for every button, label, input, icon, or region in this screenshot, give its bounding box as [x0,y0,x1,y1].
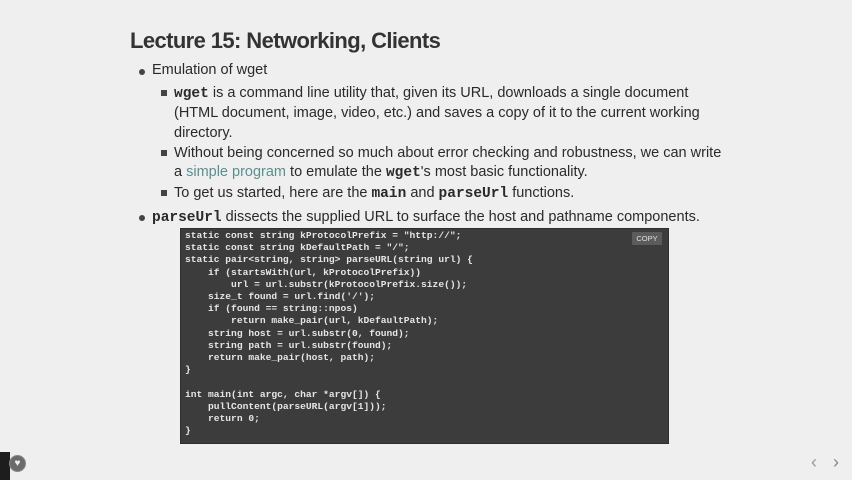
bullet-parseurl: parseUrl dissects the supplied URL to su… [152,208,700,228]
start-text-c: functions. [508,185,575,201]
code-line: if (found == string::npos) [208,303,358,315]
code-line: return make_pair(url, kDefaultPath); [231,315,439,327]
code-line: } [185,364,191,376]
bullet-emulation: Emulation of wget [152,62,268,78]
code-line: url = url.substr(kProtocolPrefix.size())… [231,278,468,290]
bullet-dot [139,215,145,221]
code-parseurl: parseUrl [438,186,509,202]
concern-text-a: a [174,164,187,180]
code-listing: static const string kProtocolPrefix = "h… [185,230,473,437]
code-wget: wget [385,165,421,181]
code-line: } [185,425,191,437]
simple-program-link[interactable]: simple program [186,164,286,180]
bullet-wget-desc: wget is a command line utility that, giv… [174,84,688,104]
code-line: string host = url.substr(0, found); [208,327,410,339]
code-main: main [371,186,407,202]
code-wget: wget [174,86,209,102]
code-line: int main(int argc, char *argv[]) { [185,388,381,400]
code-line: if (startsWith(url, kProtocolPrefix)) [208,266,422,278]
chevron-left-icon[interactable]: ‹ [811,452,817,473]
bullet-square [161,90,167,96]
code-line: static const string kDefaultPath = "/"; [185,242,410,254]
code-line: static const string kProtocolPrefix = "h… [185,230,462,241]
code-line: string path = url.substr(found); [208,339,393,351]
code-parseurl: parseUrl [152,210,222,226]
code-line: size_t found = url.find('/'); [208,291,375,303]
wget-desc-line-2: (HTML document, image, video, etc.) and … [174,105,700,121]
parseurl-desc: dissects the supplied URL to surface the… [221,209,700,225]
heart-icon[interactable]: ♥ [9,455,26,472]
concern-text-c: 's most basic functionality. [420,164,588,180]
start-line: To get us started, here are the main and… [174,184,574,204]
concern-line-1: Without being concerned so much about er… [174,145,722,161]
bullet-square [161,190,167,196]
code-line: pullContent(parseURL(argv[1])); [208,400,387,412]
start-text-a: To get us started, here are the [174,185,372,201]
code-line: return 0; [208,413,260,425]
chevron-right-icon[interactable]: › [833,452,839,473]
code-line: return make_pair(host, path); [208,352,375,364]
start-text-b: and [406,185,439,201]
code-line: static pair<string, string> parseURL(str… [185,254,473,266]
bullet-dot [139,69,145,75]
concern-line-2: a simple program to emulate the wget's m… [174,163,588,183]
wget-desc-line-3: directory. [174,125,233,141]
wget-desc-line-1: is a command line utility that, given it… [208,85,689,101]
bullet-square [161,150,167,156]
code-block: static const string kProtocolPrefix = "h… [180,228,669,444]
copy-button[interactable]: COPY [632,232,662,245]
concern-text-b: to emulate the [286,164,386,180]
